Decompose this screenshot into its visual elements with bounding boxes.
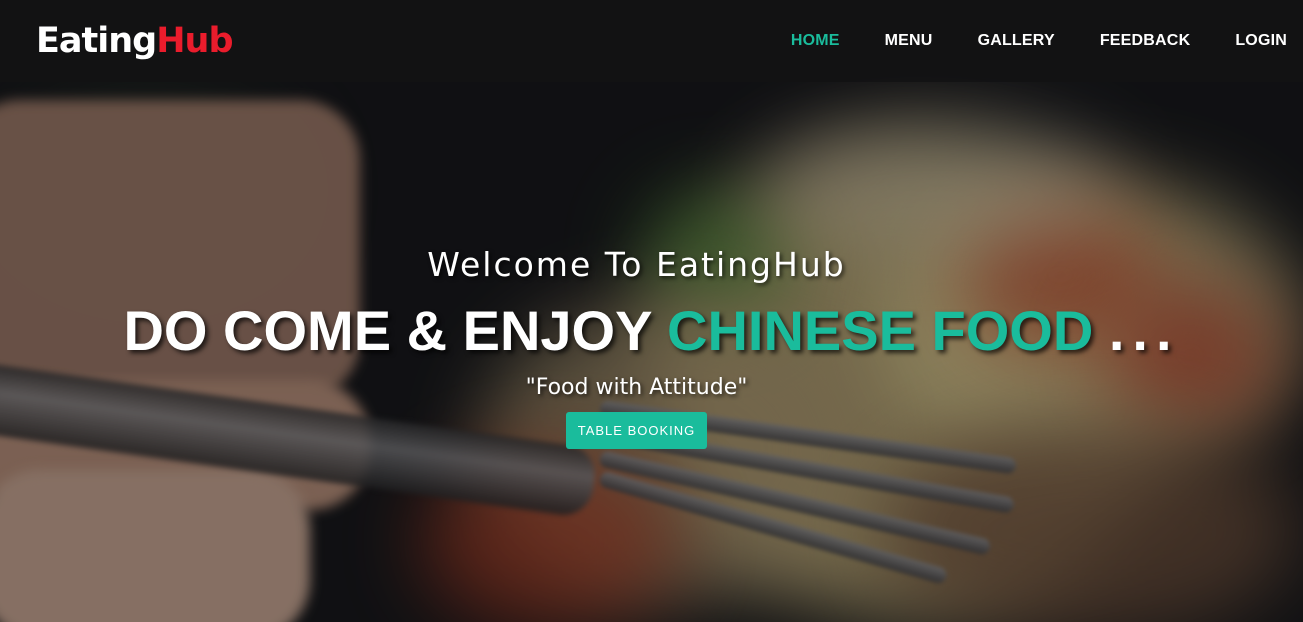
nav-item-feedback[interactable]: FEEDBACK [1100,32,1191,50]
nav-item-menu[interactable]: MENU [885,32,933,50]
brand-logo-part2: Hub [156,21,233,61]
hero-content: Welcome To EatingHub DO COME & ENJOY CHI… [0,245,1303,449]
hero-tagline: "Food with Attitude" [525,375,748,400]
nav-item-login[interactable]: LOGIN [1235,32,1287,50]
hero-headline-ellipsis: ... [1108,299,1180,362]
brand-logo-part1: Eating [36,21,157,61]
nav-item-gallery[interactable]: GALLERY [978,32,1055,50]
brand-logo[interactable]: EatingHub [36,21,234,61]
hero-headline-accent: CHINESE FOOD [667,299,1094,362]
hero-headline: DO COME & ENJOY CHINESE FOOD ... [0,298,1303,363]
nav-item-home[interactable]: HOME [791,32,840,50]
hero-welcome: Welcome To EatingHub [427,245,846,284]
table-booking-button[interactable]: TABLE BOOKING [565,412,708,449]
hero-headline-main: DO COME & ENJOY [123,299,652,362]
main-nav: HOME MENU GALLERY FEEDBACK LOGIN [746,32,1287,50]
navbar: EatingHub HOME MENU GALLERY FEEDBACK LOG… [0,0,1303,82]
